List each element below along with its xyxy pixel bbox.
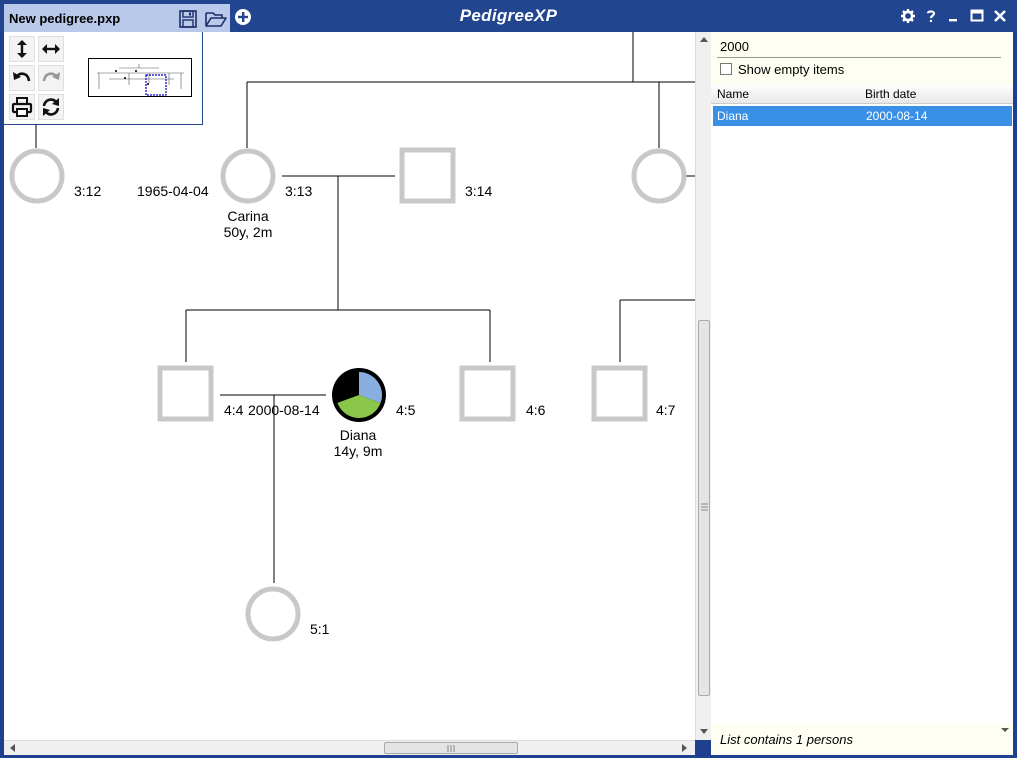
vertical-scroll-thumb[interactable]	[698, 320, 710, 696]
person-3-13-birth: 1965-04-04	[137, 183, 209, 199]
horizontal-scroll-thumb[interactable]	[384, 742, 518, 754]
person-3-14-id: 3:14	[465, 183, 493, 199]
redo-icon	[42, 72, 60, 82]
person-3-13-name: Carina	[227, 208, 269, 224]
person-3-12-id: 3:12	[74, 183, 102, 199]
scroll-right-arrow-icon[interactable]	[681, 743, 689, 753]
canvas-horizontal-scrollbar[interactable]	[4, 740, 695, 755]
horizontal-arrows-icon	[42, 44, 60, 54]
person-list: Diana 2000-08-14	[711, 104, 1013, 724]
pedigree-chart[interactable]	[4, 32, 695, 740]
list-row-birth-date: 2000-08-14	[866, 109, 928, 123]
refresh-icon	[42, 98, 60, 116]
person-4-7-id: 4:7	[656, 402, 676, 418]
redo-button[interactable]	[38, 65, 64, 91]
maximize-icon[interactable]	[969, 8, 985, 24]
person-3-13-id: 3:13	[285, 183, 313, 199]
scroll-up-arrow-icon[interactable]	[699, 35, 709, 43]
vertical-arrows-icon	[17, 40, 27, 58]
plus-circle-icon[interactable]	[234, 8, 252, 26]
person-4-4-shape[interactable]	[157, 365, 214, 422]
person-5-1-id: 5:1	[310, 621, 330, 637]
close-icon[interactable]	[992, 8, 1008, 24]
person-3-15-shape[interactable]	[631, 148, 687, 204]
person-5-1-shape[interactable]	[245, 586, 301, 642]
column-header-birth-date[interactable]: Birth date	[865, 87, 916, 101]
scroll-left-arrow-icon[interactable]	[8, 743, 16, 753]
title-bar: New pedigree.pxp PedigreeXP	[0, 0, 1017, 32]
person-search-panel: Show empty items Name Birth date Diana 2…	[711, 32, 1013, 755]
minimize-icon[interactable]	[946, 8, 962, 24]
list-scroll-down-arrow-icon[interactable]	[1001, 727, 1009, 733]
refresh-button[interactable]	[38, 94, 64, 120]
person-3-12-shape[interactable]	[9, 148, 65, 204]
list-header: Name Birth date	[711, 84, 1013, 104]
document-title: New pedigree.pxp	[9, 11, 121, 26]
list-status: List contains 1 persons	[720, 732, 853, 747]
canvas-vertical-scrollbar[interactable]	[695, 32, 711, 740]
document-tab[interactable]: New pedigree.pxp	[4, 4, 230, 32]
minimap[interactable]	[88, 58, 192, 97]
search-input[interactable]	[717, 36, 1001, 58]
show-empty-items-label: Show empty items	[738, 62, 845, 77]
list-row[interactable]: Diana 2000-08-14	[713, 106, 1012, 126]
person-4-5-id: 4:5	[396, 402, 416, 418]
person-4-5-name: Diana	[339, 427, 377, 443]
print-button[interactable]	[9, 94, 35, 120]
person-4-7-shape[interactable]	[591, 365, 648, 422]
list-row-name: Diana	[717, 109, 749, 123]
folder-open-icon[interactable]	[205, 10, 227, 28]
printer-icon	[11, 97, 33, 117]
person-4-5-shape[interactable]	[332, 368, 386, 422]
checkbox-box[interactable]	[720, 63, 732, 75]
person-4-4-birth: 2000-08-14	[248, 402, 320, 418]
undo-button[interactable]	[9, 65, 35, 91]
tools-panel	[4, 32, 203, 125]
fit-horizontal-button[interactable]	[38, 36, 64, 62]
fit-vertical-button[interactable]	[9, 36, 35, 62]
person-4-5-age: 14y, 9m	[333, 443, 383, 459]
scroll-down-arrow-icon[interactable]	[699, 727, 709, 735]
pedigree-canvas[interactable]: 3:12 1965-04-04 3:13 Carina 50y, 2m 3:14…	[4, 32, 695, 740]
person-3-13-shape[interactable]	[220, 148, 276, 204]
save-icon[interactable]	[178, 10, 198, 28]
column-header-name[interactable]: Name	[717, 87, 749, 101]
question-icon[interactable]	[923, 8, 939, 24]
gear-icon[interactable]	[900, 8, 916, 24]
person-4-6-shape[interactable]	[459, 365, 516, 422]
person-3-13-age: 50y, 2m	[223, 224, 273, 240]
undo-icon	[13, 72, 31, 82]
person-3-14-shape[interactable]	[399, 147, 456, 204]
person-4-6-id: 4:6	[526, 402, 546, 418]
person-4-4-id: 4:4	[224, 402, 244, 418]
